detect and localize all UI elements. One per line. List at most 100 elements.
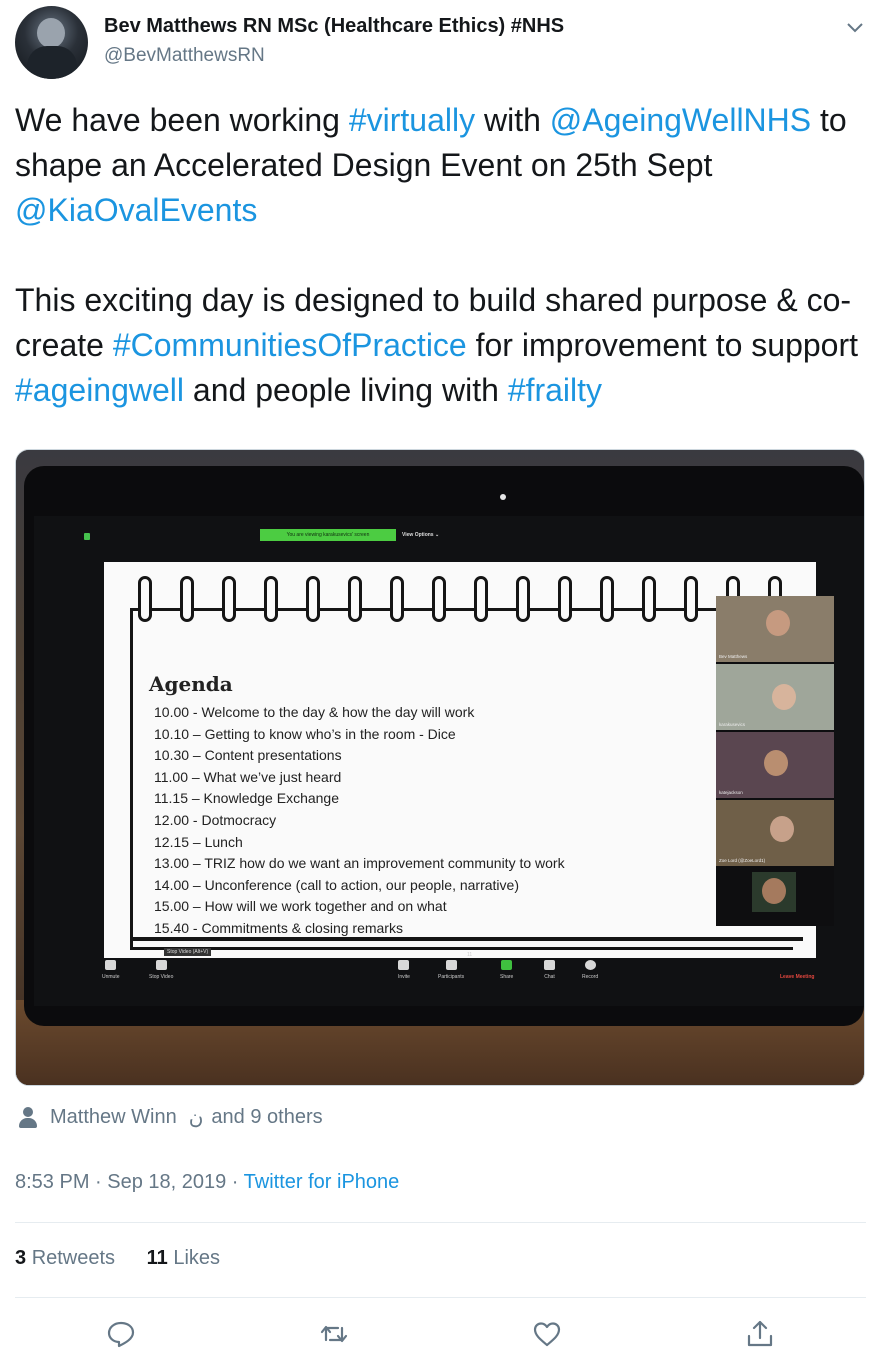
- agenda-item: 11.15 – Knowledge Exchange: [154, 790, 339, 807]
- like-button[interactable]: [531, 1318, 563, 1350]
- tweet-stats: 3 Retweets 11 Likes: [15, 1247, 246, 1270]
- leave-meeting-button: Leave Meeting: [780, 974, 815, 980]
- hashtag-virtually[interactable]: #virtually: [349, 102, 475, 138]
- hashtag-ageingwell[interactable]: #ageingwell: [15, 372, 184, 408]
- participant-name: Zoe Lord (@ZoeLord1): [719, 858, 766, 863]
- tweet-menu-caret[interactable]: [844, 16, 866, 38]
- webcam-dot: [500, 494, 506, 500]
- microphone-icon: [105, 960, 117, 970]
- liked-by[interactable]: Matthew Winn ن and 9 others: [19, 1105, 323, 1130]
- notebook-ring: [684, 576, 698, 622]
- record-icon: [584, 960, 596, 970]
- retweets-label: Retweets: [31, 1247, 116, 1269]
- notebook-ring: [306, 576, 320, 622]
- retweet-icon: [320, 1325, 348, 1343]
- avatar-head: [37, 18, 65, 48]
- participants-icon: [445, 960, 457, 970]
- share-tweet-button[interactable]: [744, 1318, 776, 1350]
- hashtag-communitiesofpractice[interactable]: #CommunitiesOfPractice: [113, 327, 467, 363]
- share-screen-icon: [501, 960, 513, 970]
- notebook-ring: [390, 576, 404, 622]
- share-icon: [747, 1320, 773, 1347]
- person-icon: [19, 1106, 37, 1129]
- stop-video-label: Stop Video: [149, 974, 174, 980]
- camera-icon: [155, 960, 167, 970]
- participant-name: katejackson: [719, 790, 743, 795]
- participants-label: Participants: [438, 974, 465, 980]
- unmute-label: Unmute: [102, 974, 120, 980]
- likes-count: 11: [146, 1247, 168, 1269]
- invite-label: Invite: [398, 974, 410, 980]
- tweet-photo[interactable]: You are viewing karakusevics' screen Vie…: [15, 449, 865, 1086]
- participant-name: karakusevics: [719, 722, 746, 727]
- view-options-button: View Options ⌄: [402, 532, 440, 538]
- avatar[interactable]: [15, 6, 88, 79]
- zoom-toolbar: Unmute Stop Video Stop Video (Alt+V) Inv…: [34, 946, 864, 1006]
- tweet-paragraph-2: This exciting day is designed to build s…: [15, 278, 875, 413]
- notebook-ring: [474, 576, 488, 622]
- record-button: Record: [582, 960, 598, 980]
- liker-name[interactable]: Matthew Winn: [50, 1106, 177, 1129]
- share-button: Share: [500, 960, 513, 980]
- retweet-button[interactable]: [318, 1318, 350, 1350]
- display-name[interactable]: Bev Matthews RN MSc (Healthcare Ethics) …: [104, 15, 564, 38]
- agenda-item: 12.15 – Lunch: [154, 833, 243, 850]
- participant-video: Zoe Lord (@ZoeLord1): [716, 800, 834, 866]
- liker-others[interactable]: and 9 others: [211, 1106, 322, 1129]
- notebook-ring: [642, 576, 656, 622]
- record-label: Record: [582, 974, 599, 980]
- participant-face: [772, 684, 796, 710]
- viewing-banner: You are viewing karakusevics' screen: [260, 529, 396, 541]
- tweet-meta: 8:53 PM · Sep 18, 2019 · Twitter for iPh…: [15, 1171, 399, 1194]
- zoom-screen: You are viewing karakusevics' screen Vie…: [34, 516, 864, 1006]
- laptop: You are viewing karakusevics' screen Vie…: [24, 466, 864, 1026]
- shared-slide: Agenda 10.00 - Welcome to the day & how …: [104, 562, 816, 958]
- lock-icon: [84, 533, 90, 540]
- notebook-ring: [180, 576, 194, 622]
- agenda-item: 12.00 - Dotmocracy: [154, 811, 277, 828]
- chat-button: Chat: [544, 960, 555, 980]
- chat-icon: [544, 960, 555, 970]
- tweet-text: We have been working #virtually with @Ag…: [15, 98, 875, 413]
- invite-button: Invite: [398, 960, 410, 980]
- stop-video-button: Stop Video: [149, 960, 173, 980]
- tweet-source-link[interactable]: Twitter for iPhone: [244, 1171, 400, 1193]
- notebook-ring: [264, 576, 278, 622]
- notebook-ring: [348, 576, 362, 622]
- participants-button: Participants: [438, 960, 464, 980]
- liker-name-glyph: ن: [188, 1107, 204, 1129]
- notebook-ring: [138, 576, 152, 622]
- agenda-item: 10.30 – Content presentations: [154, 747, 342, 764]
- agenda-title: Agenda: [149, 672, 233, 696]
- mention-kiaovalevents[interactable]: @KiaOvalEvents: [15, 192, 257, 228]
- likes-stat[interactable]: 11 Likes: [147, 1247, 220, 1269]
- participant-video: [752, 872, 796, 912]
- agenda-item: 10.10 – Getting to know who’s in the roo…: [154, 725, 456, 742]
- agenda-list: 10.00 - Welcome to the day & how the day…: [154, 702, 565, 940]
- tweet-timestamp[interactable]: 8:53 PM · Sep 18, 2019 ·: [15, 1171, 244, 1193]
- participant-count: 11: [467, 952, 473, 958]
- tweet-text-segment: with: [475, 102, 550, 138]
- participant-face: [766, 610, 790, 636]
- tweet-text-segment: for improvement to support: [466, 327, 858, 363]
- user-handle[interactable]: @BevMatthewsRN: [104, 45, 265, 67]
- agenda-item: 11.00 – What we’ve just heard: [154, 768, 342, 785]
- divider: [15, 1222, 866, 1223]
- chevron-down-icon: [847, 23, 863, 33]
- participant-face: [770, 816, 794, 842]
- retweets-stat[interactable]: 3 Retweets: [15, 1247, 115, 1269]
- notebook-ring: [222, 576, 236, 622]
- reply-icon: [107, 1321, 135, 1348]
- notebook-ring: [600, 576, 614, 622]
- mention-ageingwellnhs[interactable]: @AgeingWellNHS: [550, 102, 811, 138]
- invite-icon: [398, 960, 410, 970]
- retweets-count: 3: [15, 1247, 27, 1269]
- chat-label: Chat: [544, 974, 555, 980]
- likes-label: Likes: [173, 1247, 221, 1269]
- reply-button[interactable]: [105, 1318, 137, 1350]
- hashtag-frailty[interactable]: #frailty: [508, 372, 602, 408]
- agenda-item: 10.00 - Welcome to the day & how the day…: [154, 704, 475, 720]
- notebook-ring: [432, 576, 446, 622]
- unmute-button: Unmute: [102, 960, 120, 980]
- participant-name: Bev Matthews: [719, 654, 748, 659]
